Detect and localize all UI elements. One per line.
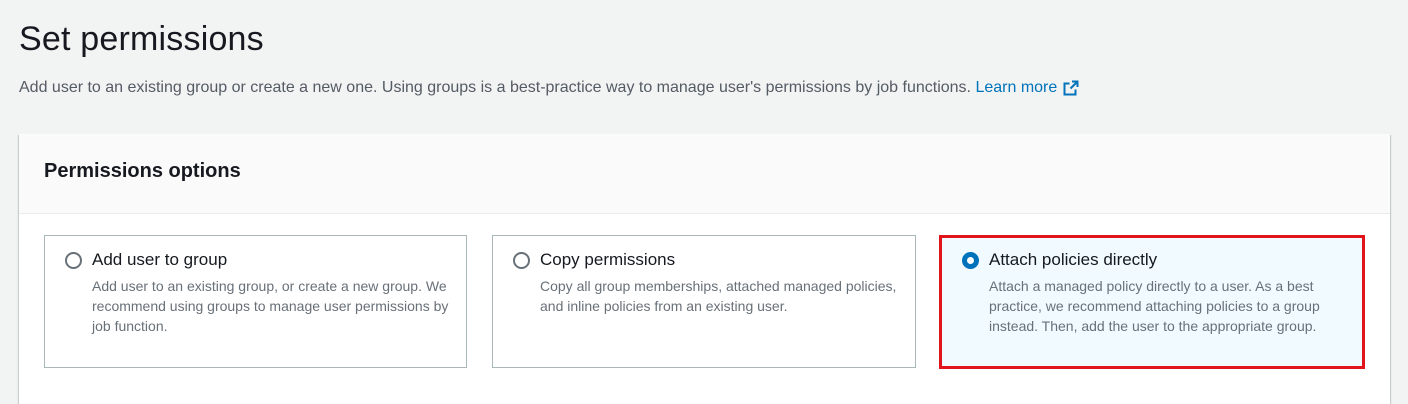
option-label: Attach policies directly — [989, 250, 1158, 269]
panel-header: Permissions options — [19, 134, 1390, 214]
radio-copy-permissions[interactable] — [513, 252, 530, 269]
option-attach-policies-directly[interactable]: Attach policies directly Attach a manage… — [941, 235, 1364, 368]
option-copy-permissions[interactable]: Copy permissions Copy all group membersh… — [492, 235, 916, 368]
option-add-user-to-group[interactable]: Add user to group Add user to an existin… — [44, 235, 467, 368]
panel-title: Permissions options — [44, 160, 241, 182]
radio-attach-policies-directly[interactable] — [962, 252, 979, 269]
set-permissions-page: Set permissions Add user to an existing … — [0, 0, 1408, 404]
option-label: Add user to group — [92, 250, 228, 269]
page-title: Set permissions — [19, 20, 264, 58]
option-description: Copy all group memberships, attached man… — [540, 278, 897, 314]
learn-more-link[interactable]: Learn more — [975, 79, 1079, 97]
option-label: Copy permissions — [540, 250, 676, 269]
external-link-icon — [1063, 80, 1079, 96]
option-description: Add user to an existing group, or create… — [92, 278, 449, 334]
permissions-options-panel: Permissions options Add user to group Ad… — [19, 134, 1390, 404]
option-description: Attach a managed policy directly to a us… — [989, 278, 1320, 334]
radio-add-user-to-group[interactable] — [65, 252, 82, 269]
learn-more-label[interactable]: Learn more — [975, 79, 1057, 97]
description-text: Add user to an existing group or create … — [19, 79, 971, 96]
page-description: Add user to an existing group or create … — [19, 79, 1079, 97]
